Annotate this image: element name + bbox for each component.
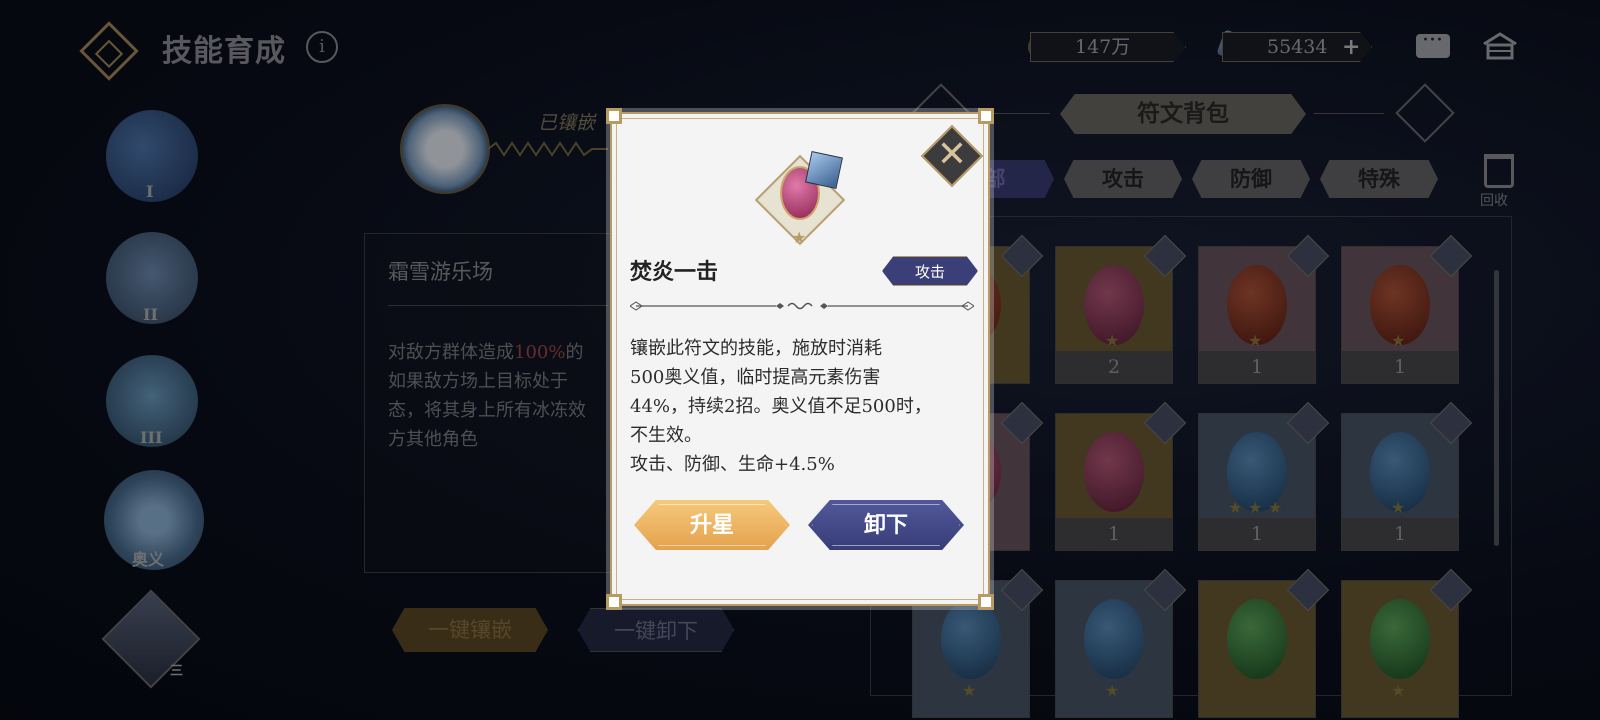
unequip-button[interactable]: 卸下 — [808, 500, 964, 550]
rune-name: 焚炎一击 — [630, 259, 719, 285]
corner-ornament — [978, 108, 994, 124]
corner-ornament — [606, 594, 622, 610]
button-inner-border — [812, 504, 960, 546]
close-icon[interactable]: ✕ — [932, 136, 972, 176]
rune-detail-dialog: ✕ ★ 焚炎一击 攻击 镶嵌此符文的技能，施放时消耗 500奥义值，临时提高元素… — [606, 108, 994, 610]
rune-icon: ★ — [754, 151, 846, 247]
button-inner-border — [638, 504, 786, 546]
upgrade-star-button[interactable]: 升星 — [634, 500, 790, 550]
rune-type-badge: 攻击 — [882, 256, 978, 286]
corner-ornament — [606, 108, 622, 124]
ornament-divider — [630, 301, 974, 311]
rune-description: 镶嵌此符文的技能，施放时消耗 500奥义值，临时提高元素伤害 44%，持续2招。… — [630, 338, 932, 475]
character-portrait-icon — [805, 151, 843, 189]
corner-ornament — [978, 594, 994, 610]
star-icon: ★ — [792, 228, 807, 247]
